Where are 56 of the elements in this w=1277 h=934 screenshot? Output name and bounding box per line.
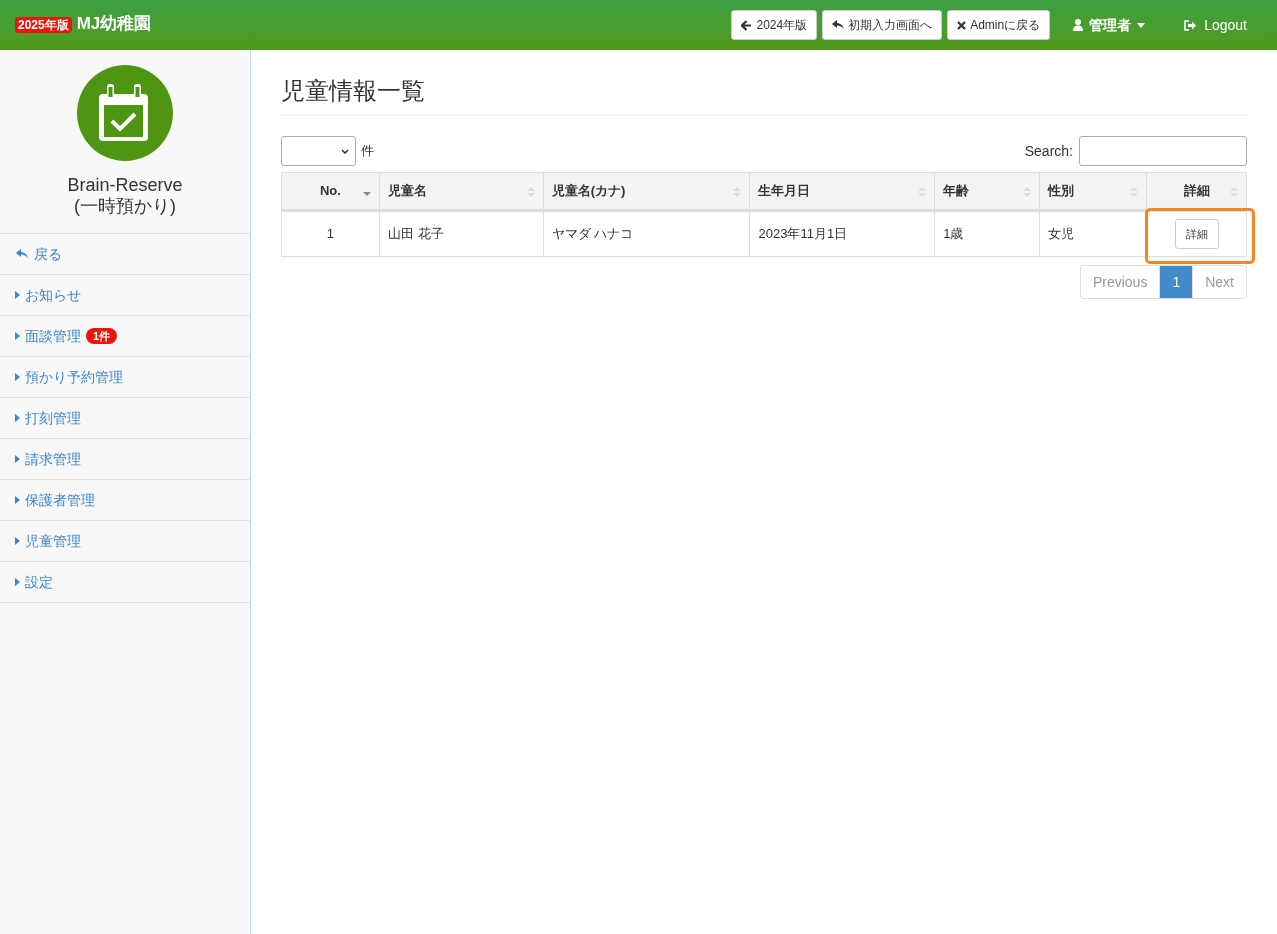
caret-right-icon xyxy=(15,578,20,586)
app-title: Brain-Reserve xyxy=(67,175,183,195)
user-icon xyxy=(1073,19,1084,31)
column-header[interactable]: 児童名(カナ) xyxy=(543,172,750,211)
year-badge: 2025年版 xyxy=(15,17,72,33)
column-header[interactable]: 詳細 xyxy=(1146,172,1247,211)
sidebar-link[interactable]: 請求管理 xyxy=(15,448,81,470)
caret-right-icon xyxy=(15,537,20,545)
column-header[interactable]: 性別 xyxy=(1039,172,1147,211)
table-cell: 2023年11月1日 xyxy=(749,210,935,257)
sidebar-link[interactable]: 戻る xyxy=(15,243,62,265)
logout-link[interactable]: Logout xyxy=(1184,14,1247,36)
table-cell: ヤマダ ハナコ xyxy=(543,210,750,257)
column-header[interactable]: No. xyxy=(281,172,380,211)
sidebar-link[interactable]: 面談管理 xyxy=(15,325,81,347)
sidebar-link[interactable]: お知らせ xyxy=(15,284,81,306)
caret-right-icon xyxy=(15,455,20,463)
table-cell: 山田 花子 xyxy=(379,210,544,257)
caret-right-icon xyxy=(15,414,20,422)
chevron-down-icon xyxy=(341,148,349,154)
nav-button[interactable]: Adminに戻る xyxy=(947,10,1051,40)
search-label: Search: xyxy=(1024,141,1073,161)
nav-button[interactable]: 初期入力画面へ xyxy=(822,10,943,40)
column-header[interactable]: 年齢 xyxy=(934,172,1040,211)
search-field[interactable] xyxy=(1079,136,1247,166)
arrow-left-icon xyxy=(741,19,753,31)
column-header[interactable]: 生年月日 xyxy=(749,172,935,211)
page-title: 児童情報一覧 xyxy=(281,76,1247,116)
caret-right-icon xyxy=(15,291,20,299)
table-cell: 1歳 xyxy=(934,210,1040,257)
caret-right-icon xyxy=(15,496,20,504)
app-subtitle: (一時預かり) xyxy=(74,195,176,217)
user-menu[interactable]: 管理者 xyxy=(1073,14,1146,36)
brand-link[interactable]: MJ幼稚園 xyxy=(76,10,152,37)
reply-icon xyxy=(832,19,845,31)
next-button[interactable]: Next xyxy=(1192,266,1246,298)
sidebar-link[interactable]: 児童管理 xyxy=(15,530,81,552)
nav-button[interactable]: 2024年版 xyxy=(731,10,818,40)
page-button[interactable]: 1 xyxy=(1160,266,1193,298)
caret-right-icon xyxy=(15,332,20,340)
column-header[interactable]: 児童名 xyxy=(379,172,544,211)
count-badge: 1件 xyxy=(86,328,118,344)
caret-icon xyxy=(1137,22,1146,28)
sidebar-link[interactable]: 設定 xyxy=(15,571,53,593)
length-label: 件 xyxy=(361,142,374,161)
sidebar-link[interactable]: 打刻管理 xyxy=(15,407,81,429)
sign-out-icon xyxy=(1184,19,1197,31)
caret-right-icon xyxy=(15,373,20,381)
sidebar-link[interactable]: 預かり予約管理 xyxy=(15,366,123,388)
sidebar-link[interactable]: 保護者管理 xyxy=(15,489,95,511)
calendar-check-icon xyxy=(77,65,173,161)
table-cell: 1 xyxy=(281,210,380,257)
detail-button[interactable]: 詳細 xyxy=(1174,219,1219,249)
close-icon xyxy=(957,20,967,30)
page-length-select[interactable] xyxy=(281,136,356,166)
reply-icon xyxy=(15,248,29,260)
